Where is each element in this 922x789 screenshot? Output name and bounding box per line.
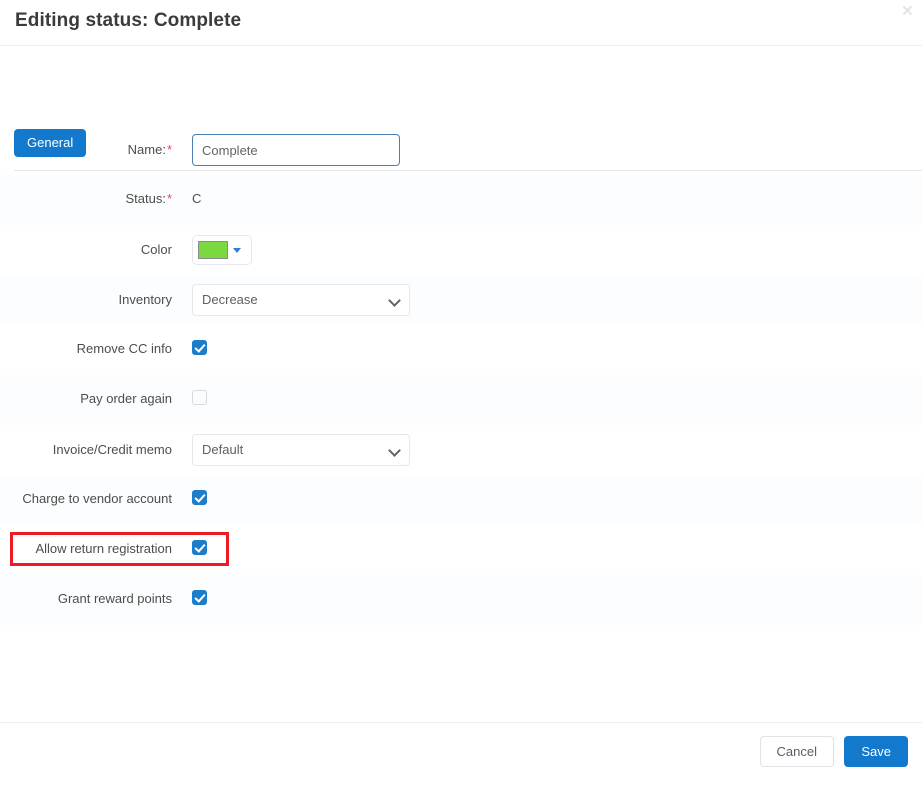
control-status: C <box>192 191 201 206</box>
close-icon[interactable]: × <box>902 2 913 21</box>
form-row-inventory: Inventory Decrease <box>0 275 922 325</box>
control-grant-reward-points <box>192 590 207 608</box>
allow-return-registration-checkbox[interactable] <box>192 540 207 555</box>
form-row-remove-cc-info: Remove CC info <box>0 325 922 375</box>
form-row-grant-reward-points: Grant reward points <box>0 575 922 625</box>
label-inventory: Inventory <box>118 292 172 307</box>
inventory-selected-value: Decrease <box>202 292 258 307</box>
chevron-down-icon <box>233 247 241 253</box>
label-invoice-credit-memo: Invoice/Credit memo <box>52 442 172 457</box>
invoice-credit-memo-select[interactable]: Default <box>192 434 410 466</box>
form-row-color: Color <box>0 225 922 275</box>
label-status: Status:* <box>125 191 172 206</box>
grant-reward-points-checkbox[interactable] <box>192 590 207 605</box>
form-row-pay-order-again: Pay order again <box>0 375 922 425</box>
invoice-credit-memo-selected-value: Default <box>202 442 244 457</box>
label-remove-cc-info: Remove CC info <box>76 341 172 356</box>
color-picker[interactable] <box>192 235 252 265</box>
modal-header: Editing status: Complete × <box>0 0 922 46</box>
label-color: Color <box>140 242 172 257</box>
cancel-button[interactable]: Cancel <box>759 736 834 767</box>
required-indicator: * <box>166 191 172 206</box>
control-inventory: Decrease <box>192 284 410 316</box>
form-row-invoice-credit-memo: Invoice/Credit memo Default <box>0 425 922 475</box>
required-indicator: * <box>166 142 172 157</box>
remove-cc-info-checkbox[interactable] <box>192 340 207 355</box>
chevron-down-icon <box>390 446 399 455</box>
charge-to-vendor-account-checkbox[interactable] <box>192 490 207 505</box>
chevron-down-icon <box>390 296 399 305</box>
control-remove-cc-info <box>192 340 207 358</box>
form-row-status: Status:* C <box>0 175 922 225</box>
tab-bar: General <box>0 46 922 171</box>
modal-footer: Cancel Save <box>0 722 922 789</box>
name-input[interactable] <box>192 134 400 166</box>
form-row-charge-to-vendor-account: Charge to vendor account <box>0 475 922 525</box>
control-allow-return-registration <box>192 540 207 558</box>
page-title: Editing status: Complete <box>15 10 242 31</box>
form-area: Name:* Status:* C Color Inventory Decrease Rem… <box>0 125 922 722</box>
control-color <box>192 235 252 265</box>
pay-order-again-checkbox[interactable] <box>192 390 207 405</box>
form-row-allow-return-registration: Allow return registration <box>0 525 922 575</box>
save-button[interactable]: Save <box>844 736 908 767</box>
inventory-select[interactable]: Decrease <box>192 284 410 316</box>
label-allow-return-registration: Allow return registration <box>35 541 172 556</box>
control-pay-order-again <box>192 390 207 408</box>
label-pay-order-again: Pay order again <box>80 391 172 406</box>
form-row-name: Name:* <box>0 125 922 175</box>
label-grant-reward-points: Grant reward points <box>57 591 172 606</box>
label-name: Name:* <box>127 142 172 157</box>
color-swatch <box>198 241 228 259</box>
control-name <box>192 134 400 166</box>
control-charge-to-vendor-account <box>192 490 207 508</box>
control-invoice-credit-memo: Default <box>192 434 410 466</box>
label-charge-to-vendor-account: Charge to vendor account <box>22 491 172 506</box>
status-value: C <box>192 191 202 206</box>
